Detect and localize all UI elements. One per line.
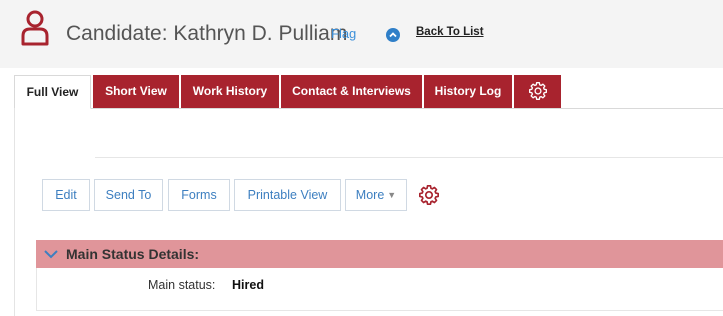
chevron-down-icon bbox=[44, 250, 58, 259]
tab-bar: Full View Short View Work History Contac… bbox=[14, 75, 723, 109]
main-status-section-header[interactable]: Main Status Details: bbox=[36, 240, 723, 268]
tab-settings[interactable] bbox=[514, 75, 561, 108]
printable-view-button[interactable]: Printable View bbox=[234, 179, 341, 211]
person-outline-icon bbox=[21, 10, 49, 46]
page-header: Candidate: Kathryn D. Pulliam Flag Back … bbox=[0, 0, 723, 68]
candidate-name: Kathryn D. Pulliam bbox=[173, 22, 348, 45]
tab-full-view[interactable]: Full View bbox=[14, 75, 91, 109]
tab-work-history[interactable]: Work History bbox=[181, 75, 279, 108]
caret-down-icon: ▼ bbox=[387, 190, 397, 200]
title-prefix: Candidate: bbox=[66, 22, 168, 45]
forms-button[interactable]: Forms bbox=[168, 179, 230, 211]
tab-history-log[interactable]: History Log bbox=[424, 75, 512, 108]
divider bbox=[95, 157, 723, 158]
main-status-value: Hired bbox=[232, 278, 264, 292]
edit-button[interactable]: Edit bbox=[42, 179, 90, 211]
section-title: Main Status Details: bbox=[66, 246, 200, 262]
flag-link[interactable]: Flag bbox=[331, 26, 356, 41]
page-title: Candidate: Kathryn D. Pulliam bbox=[66, 22, 347, 46]
main-status-label: Main status: bbox=[148, 278, 216, 292]
gear-icon bbox=[528, 82, 547, 101]
send-to-button[interactable]: Send To bbox=[94, 179, 163, 211]
more-label: More bbox=[355, 188, 385, 202]
tab-short-view[interactable]: Short View bbox=[93, 75, 179, 108]
back-to-list-link[interactable]: Back To List bbox=[416, 26, 484, 38]
main-status-section-body: Main status: Hired bbox=[36, 268, 723, 311]
chevron-up-circle-icon[interactable] bbox=[386, 28, 400, 42]
gear-icon[interactable] bbox=[418, 184, 440, 206]
more-dropdown-button[interactable]: More ▼ bbox=[345, 179, 407, 211]
tab-contact-interviews[interactable]: Contact & Interviews bbox=[281, 75, 422, 108]
